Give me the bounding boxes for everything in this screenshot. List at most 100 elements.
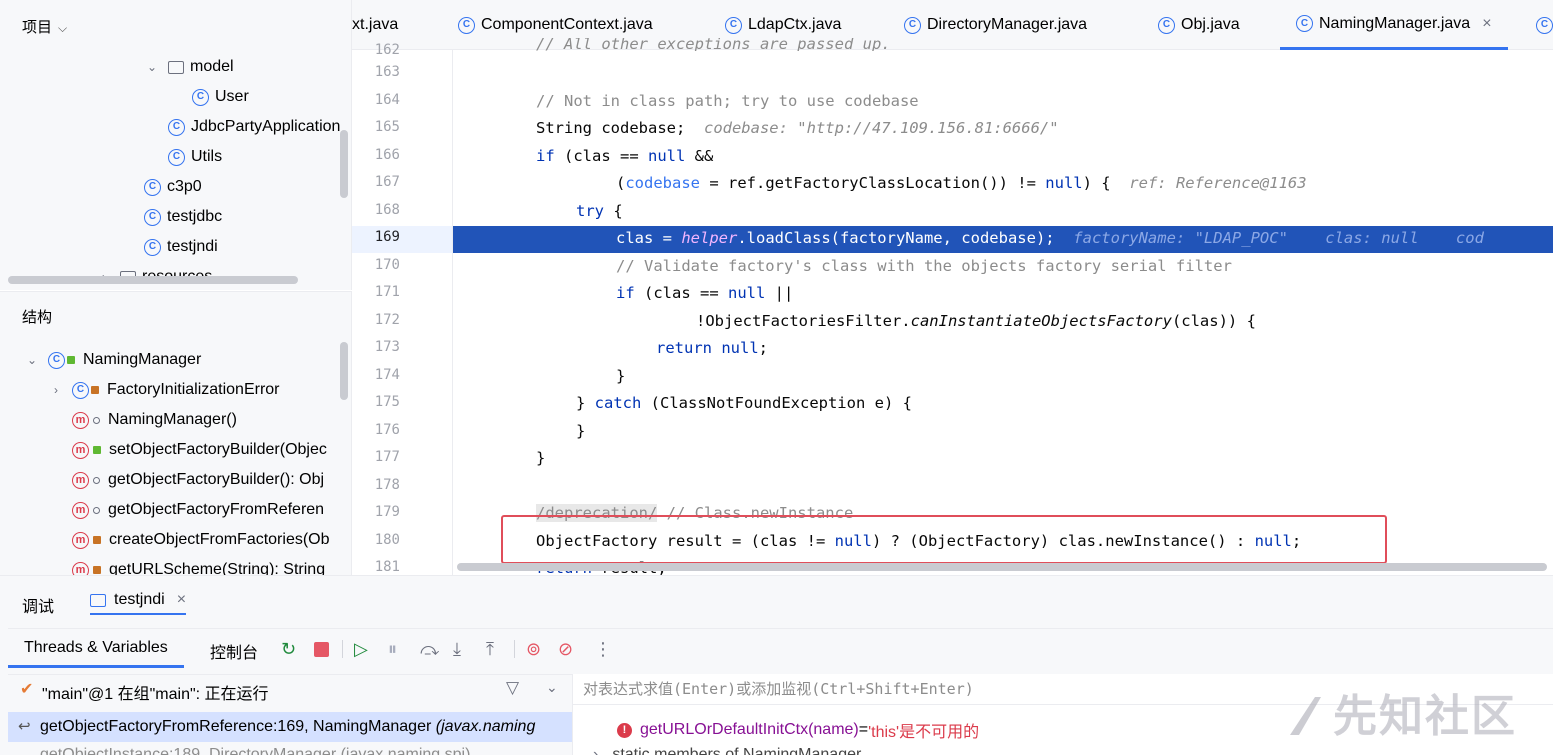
thread-selector[interactable]: ✔ "main"@1 在组"main": 正在运行 ▽ ⌄ xyxy=(8,674,572,704)
structure-item-namingmanager[interactable]: ⌄ C NamingManager xyxy=(24,345,201,375)
structure-pane: 结构 ⌄ C NamingManager › C FactoryInitiali… xyxy=(0,291,352,575)
resume-icon[interactable]: ▷ xyxy=(354,640,368,658)
mute-breakpoints-icon[interactable]: ⊘ xyxy=(558,640,573,658)
class-icon: C xyxy=(904,16,921,34)
method-icon: m xyxy=(72,501,89,519)
line-number: 173 xyxy=(374,339,400,355)
tree-item-model[interactable]: ⌄ model xyxy=(144,52,234,82)
tree-item-user[interactable]: C User xyxy=(192,82,249,112)
code-text: ( xyxy=(616,174,626,192)
code-text: ) { xyxy=(1082,174,1111,192)
tab-directorymanager[interactable]: C DirectoryManager.java xyxy=(904,0,1087,50)
line-number-current: 169 xyxy=(374,229,400,245)
horizontal-scrollbar[interactable] xyxy=(8,276,298,284)
line-number: 162 xyxy=(374,42,400,58)
error-icon: ! xyxy=(617,722,632,738)
tab-label: Obj.java xyxy=(1181,16,1240,33)
class-icon: C xyxy=(72,381,89,399)
package-private-icon xyxy=(93,506,100,514)
code-line-169: clas = helper.loadClass(factoryName, cod… xyxy=(616,225,1484,253)
stack-frame-selected[interactable]: ↩ getObjectFactoryFromReference:169, Nam… xyxy=(8,712,572,742)
project-pane-header[interactable]: 项目 ⌵ xyxy=(22,16,67,37)
more-options-icon[interactable]: ⋮ xyxy=(594,640,612,658)
tree-item-utils[interactable]: C Utils xyxy=(168,142,222,172)
step-out-icon[interactable]: ⤒ xyxy=(486,640,494,658)
code-line-164: // Not in class path; try to use codebas… xyxy=(536,92,919,110)
variable-value: 'this'是不可用的 xyxy=(868,724,980,741)
tab-threads-variables[interactable]: Threads & Variables xyxy=(8,639,184,668)
rerun-icon[interactable]: ↻ xyxy=(281,640,296,658)
folder-icon xyxy=(168,60,184,74)
debug-session-tab[interactable]: testjndi × xyxy=(90,591,187,615)
private-icon xyxy=(93,536,101,544)
chevron-right-icon[interactable]: › xyxy=(48,375,64,405)
structure-item-setobjectfactorybuilder[interactable]: m setObjectFactoryBuilder(Objec xyxy=(72,435,327,465)
evaluate-expression-input[interactable]: 对表达式求值(Enter)或添加监视(Ctrl+Shift+Enter) xyxy=(583,678,974,699)
debug-session-label: testjndi xyxy=(114,591,165,608)
horizontal-scrollbar[interactable] xyxy=(457,563,1547,571)
variable-equals: = xyxy=(858,721,869,738)
spring-class-icon: C xyxy=(168,118,185,136)
code-text: { xyxy=(604,202,623,220)
pause-icon[interactable]: ⏸ xyxy=(388,640,397,658)
tree-item-testjdbc[interactable]: C testjdbc xyxy=(144,202,222,232)
code-text: String codebase; xyxy=(536,119,686,137)
inline-value-hint: clas: null xyxy=(1325,229,1419,247)
vertical-scrollbar[interactable] xyxy=(340,130,348,198)
code-text: !ObjectFactoriesFilter. xyxy=(696,312,911,330)
chevron-down-icon[interactable]: ⌄ xyxy=(24,345,40,375)
tree-item-label: c3p0 xyxy=(167,178,202,195)
structure-item-getobjectfactoryfromreference[interactable]: m getObjectFactoryFromReferen xyxy=(72,495,324,525)
tab-label: NamingManager.java xyxy=(1319,14,1471,32)
step-into-icon[interactable]: ⤓ xyxy=(453,640,461,658)
view-breakpoints-icon[interactable]: ⊚ xyxy=(526,640,541,658)
step-over-icon[interactable]: ⤼ xyxy=(420,640,439,658)
close-icon[interactable]: × xyxy=(177,591,186,609)
run-config-icon xyxy=(90,593,106,607)
structure-item-geturlscheme[interactable]: m getURLScheme(String): String xyxy=(72,555,325,575)
line-number: 163 xyxy=(374,64,400,80)
code-line-176: } xyxy=(576,422,586,440)
class-icon: C xyxy=(1536,16,1553,34)
structure-item-constructor[interactable]: m NamingManager() xyxy=(72,405,237,435)
line-number: 179 xyxy=(374,504,400,520)
class-icon: C xyxy=(168,148,185,166)
tree-item-jdbcpartyapplication[interactable]: C JdbcPartyApplication xyxy=(168,112,340,142)
package-private-icon xyxy=(93,416,100,424)
line-number: 177 xyxy=(374,449,400,465)
stop-icon[interactable] xyxy=(314,642,329,657)
tab-console[interactable]: 控制台 xyxy=(210,639,258,663)
chevron-down-icon[interactable]: ⌄ xyxy=(144,52,160,82)
inline-value-hint: ref: Reference@1163 xyxy=(1129,174,1307,192)
chevron-right-icon[interactable]: › xyxy=(593,746,598,755)
line-number: 176 xyxy=(374,422,400,438)
tab-namingmanager[interactable]: C NamingManager.java × xyxy=(1280,0,1508,50)
filter-icon[interactable]: ▽ xyxy=(506,678,519,698)
structure-item-createobjectfromfactories[interactable]: m createObjectFromFactories(Ob xyxy=(72,525,330,555)
vertical-scrollbar[interactable] xyxy=(340,342,348,400)
code-text: ; xyxy=(758,339,769,357)
line-number: 180 xyxy=(374,532,400,548)
chevron-down-icon[interactable]: ⌵ xyxy=(58,21,67,35)
class-icon: C xyxy=(144,208,161,226)
code-editor[interactable]: xt.java C ComponentContext.java C LdapCtx.… xyxy=(352,0,1553,575)
structure-item-factoryinitializationerror[interactable]: › C FactoryInitializationError xyxy=(48,375,280,405)
tree-item-testjndi[interactable]: C testjndi xyxy=(144,232,218,262)
structure-item-getobjectfactorybuilder[interactable]: m getObjectFactoryBuilder(): Obj xyxy=(72,465,324,495)
line-number: 165 xyxy=(374,119,400,135)
close-icon[interactable]: × xyxy=(1482,0,1491,49)
structure-item-label: getObjectFactoryFromReferen xyxy=(108,501,325,518)
code-text: (ClassNotFoundException e) { xyxy=(641,394,912,412)
stack-frame[interactable]: getObjectInstance:189, DirectoryManager … xyxy=(40,746,470,755)
variable-row-static[interactable]: › static members of NamingManager xyxy=(593,746,861,755)
chevron-down-icon[interactable]: ⌄ xyxy=(546,679,558,696)
line-number: 166 xyxy=(374,147,400,163)
tab-obj[interactable]: C Obj.java xyxy=(1158,0,1240,50)
keyword: if xyxy=(616,284,635,302)
structure-item-label: NamingManager xyxy=(83,351,202,368)
variable-row[interactable]: ! getURLOrDefaultInitCtx(name) = 'this'是… xyxy=(617,718,979,742)
toolbar-separator xyxy=(514,640,515,658)
code-text: .loadClass(factoryName, codebase); xyxy=(737,229,1055,247)
tab-overflow[interactable]: C xyxy=(1536,0,1553,50)
tree-item-c3p0[interactable]: C c3p0 xyxy=(144,172,202,202)
